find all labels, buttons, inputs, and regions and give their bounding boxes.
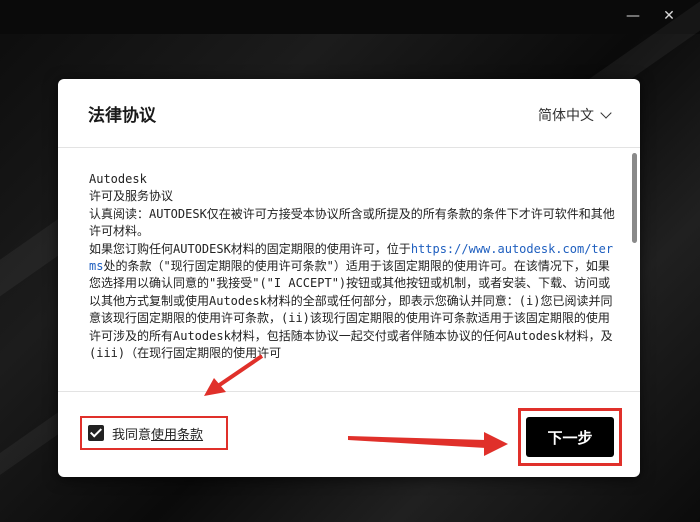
- language-label: 简体中文: [538, 108, 594, 124]
- agree-checkbox-group[interactable]: 我同意使用条款: [80, 416, 228, 450]
- agreement-line: 许可及服务协议: [89, 189, 174, 204]
- agreement-line: 如果您订购任何AUTODESK材料的固定期限的使用许可，位于: [89, 241, 411, 256]
- next-button-highlight: 下一步: [518, 408, 622, 466]
- dialog-title: 法律协议: [88, 106, 156, 126]
- scrollbar-thumb[interactable]: [632, 153, 637, 243]
- agreement-line: Autodesk: [89, 172, 147, 186]
- agreement-text: Autodesk 许可及服务协议 认真阅读：AUTODESK仅在被许可方接受本协…: [89, 171, 619, 393]
- header-divider: [58, 147, 640, 148]
- legal-agreement-dialog: 法律协议 简体中文 Autodesk 许可及服务协议 认真阅读：AUTODESK…: [58, 79, 640, 477]
- agree-prefix: 我同意: [112, 427, 152, 443]
- agreement-line: 处的条款（"现行固定期限的使用许可条款"）适用于该固定期限的使用许可。在该情况下…: [89, 259, 613, 361]
- chevron-down-icon: [600, 107, 612, 119]
- window-titlebar: — ✕: [0, 0, 700, 34]
- agreement-paragraph: 如果您订购任何AUTODESK材料的固定期限的使用许可，位于https://ww…: [89, 241, 619, 363]
- next-button[interactable]: 下一步: [526, 417, 614, 457]
- agree-label: 我同意使用条款: [112, 424, 203, 443]
- language-dropdown[interactable]: 简体中文: [538, 105, 612, 125]
- terms-of-use-link[interactable]: 使用条款: [151, 428, 203, 443]
- content-scrollbar[interactable]: [632, 151, 637, 387]
- agreement-line: 认真阅读：AUTODESK仅在被许可方接受本协议所含或所提及的所有条款的条件下才…: [89, 206, 615, 239]
- footer-divider: [58, 391, 640, 392]
- agree-checkbox[interactable]: [88, 425, 104, 441]
- minimize-icon[interactable]: —: [622, 6, 644, 26]
